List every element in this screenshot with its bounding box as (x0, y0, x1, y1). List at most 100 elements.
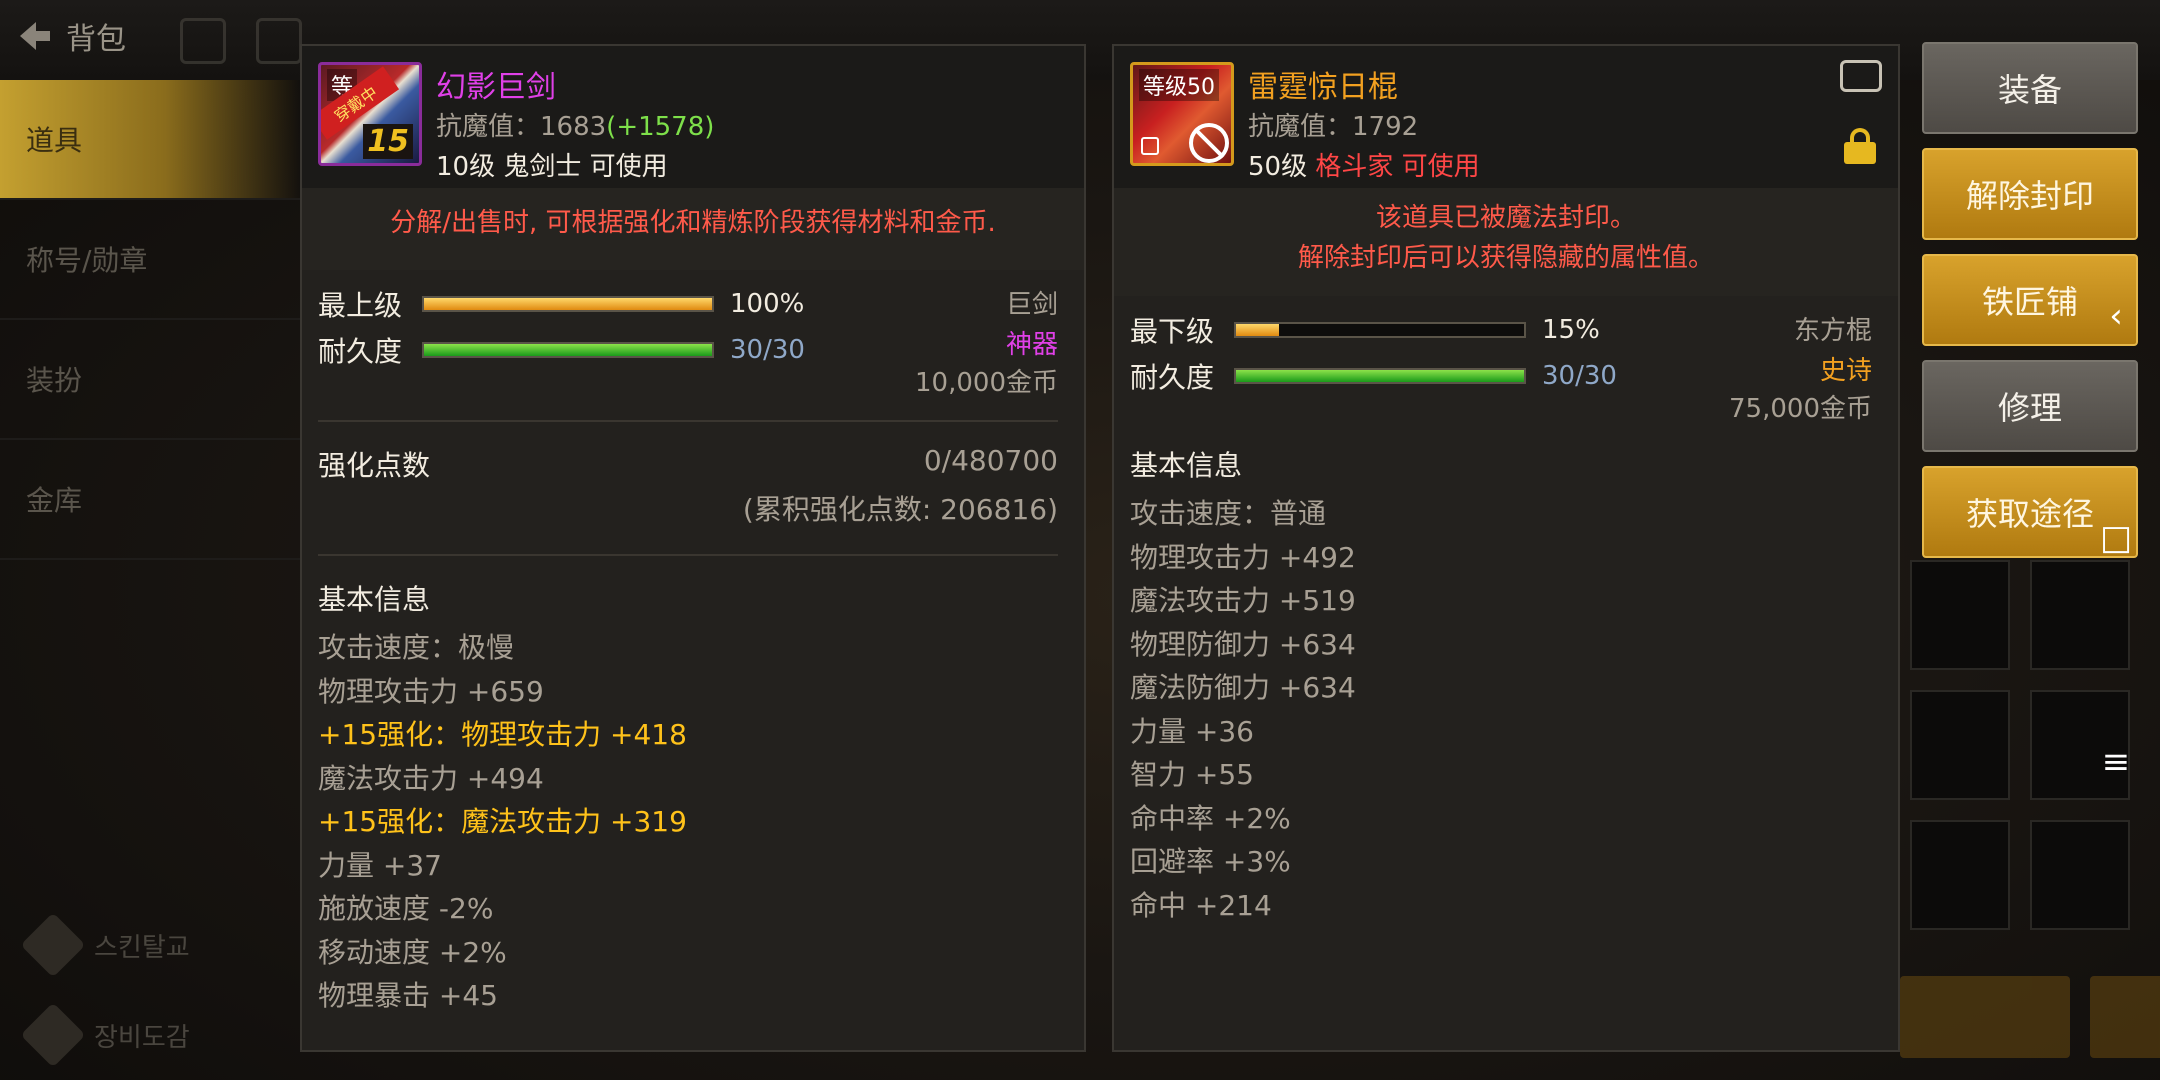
item-price: 75,000金币 (1729, 394, 1872, 424)
stat-line: 回避率 +3% (1130, 845, 1291, 878)
back-nav[interactable]: 背包 (12, 14, 126, 58)
magic-resist-bonus: (+1578) (606, 112, 715, 142)
stat-line: 智力 +55 (1130, 758, 1254, 791)
durability-bar (422, 342, 715, 358)
durability-bar-fill (424, 344, 713, 356)
item-meta: 巨剑 神器 10,000金币 (915, 284, 1058, 399)
top-nav-icons (180, 18, 302, 64)
grade-block: 最上级 100% 耐久度 30/30 巨剑 神器 10,000金币 (302, 270, 1084, 420)
page-title: 背包 (66, 22, 126, 57)
stat-line: 力量 +37 (318, 848, 442, 882)
menu-item-items[interactable]: 道具 (0, 80, 300, 200)
edge-menu-icon[interactable]: ≡ (2096, 742, 2136, 782)
stat-line-enhanced: +15强化：物理攻击力 +418 (318, 718, 687, 751)
item-name: 雷霆惊日棍 (1248, 70, 1398, 105)
category-menu: 道具 称号/勋章 装扮 金库 스킨탈교 장비도감 (0, 80, 300, 1080)
stat-line: 物理暴击 +45 (318, 979, 498, 1012)
diamond-icon[interactable] (180, 18, 226, 64)
basic-info: 基本信息 攻击速度：普通 物理攻击力 +492 魔法攻击力 +519 物理防御力… (1114, 444, 1898, 927)
back-arrow-icon[interactable] (12, 14, 56, 58)
stat-line: 移动速度 +2% (318, 935, 507, 969)
compare-item-panel[interactable]: 等级50 雷霆惊日棍 抗魔值：1792 50级 格斗家 可使用 该道具已被魔法封… (1112, 44, 1900, 1052)
menu-bottom: 스킨탈교 장비도감 (0, 900, 300, 1080)
lock-icon[interactable] (1844, 128, 1876, 164)
stat-line: 力量 +36 (1130, 714, 1254, 748)
basic-info: 基本信息 攻击速度：极慢 物理攻击力 +659 +15强化：物理攻击力 +418… (302, 556, 1084, 1018)
guide-icon (20, 1002, 86, 1068)
sealed-notice: 该道具已被魔法封印。 解除封印后可以获得隐藏的属性值。 (1114, 188, 1898, 296)
equipped-item-panel[interactable]: 等 穿戴中 15 幻影巨剑 抗魔值：1683(+1578) 10级 鬼剑士 可使… (300, 44, 1086, 1052)
item-rarity: 史诗 (1819, 356, 1872, 386)
menu-item-titles[interactable]: 称号/勋章 (0, 200, 300, 320)
inventory-slot[interactable] (1910, 690, 2010, 800)
stat-line: 施放速度 -2% (318, 892, 494, 925)
grade-row: 最下级 15% (1130, 310, 1600, 350)
stat-line: 物理攻击力 +659 (318, 674, 544, 708)
magic-resist: 抗魔值：1683(+1578) (436, 112, 715, 142)
inventory-slot[interactable] (1910, 560, 2010, 670)
sell-button[interactable] (1900, 976, 2070, 1058)
grade-percent: 15% (1542, 315, 1600, 345)
item-name: 幻影巨剑 (436, 70, 556, 105)
menu-item-vault[interactable]: 金库 (0, 440, 300, 560)
grade-label: 最下级 (1130, 315, 1215, 348)
edge-back-icon[interactable]: ‹ (2096, 296, 2136, 336)
item-requirement: 10级 鬼剑士 可使用 (436, 152, 668, 182)
stat-line: 攻击速度：极慢 (318, 631, 515, 664)
disassemble-notice: 分解/出售时, 可根据强化和精炼阶段获得材料和金币. (302, 188, 1084, 270)
grade-bar-fill (1236, 324, 1280, 336)
enhance-points-label: 强化点数 (318, 449, 431, 482)
item-meta: 东方棍 史诗 75,000金币 (1729, 310, 1872, 425)
no-sign-icon (1189, 123, 1229, 163)
grade-bar (422, 296, 715, 312)
item-type: 东方棍 (1793, 316, 1872, 346)
skin-exchange-button[interactable]: 스킨탈교 (0, 900, 300, 990)
magic-resist: 抗魔值：1792 (1248, 112, 1419, 142)
item-header: 等 穿戴中 15 幻影巨剑 抗魔值：1683(+1578) 10级 鬼剑士 可使… (302, 46, 1084, 188)
basic-info-title: 基本信息 (1130, 449, 1243, 482)
item-price: 10,000金币 (915, 368, 1058, 398)
stat-line: 命中率 +2% (1130, 801, 1291, 835)
durability-value: 30/30 (730, 335, 805, 365)
icon-level-label: 等级50 (1139, 69, 1219, 101)
grade-row: 最上级 100% (318, 284, 804, 324)
enhance-points-value: 0/480700 (923, 444, 1058, 477)
stat-line: 魔法攻击力 +494 (318, 761, 544, 795)
basic-info-title: 基本信息 (318, 583, 431, 616)
item-type: 巨剑 (1005, 290, 1058, 320)
skin-icon (20, 912, 86, 978)
stat-line: 攻击速度：普通 (1130, 497, 1327, 530)
storage-icon[interactable] (256, 18, 302, 64)
enhance-points-accumulated: (累积强化点数: 206816) (742, 493, 1058, 526)
grade-block: 最下级 15% 耐久度 30/30 东方棍 史诗 75,000金币 (1114, 296, 1898, 444)
stat-line: 物理攻击力 +492 (1130, 540, 1356, 574)
small-lock-icon (1141, 137, 1159, 155)
item-requirement: 50级 格斗家 可使用 (1248, 152, 1480, 182)
stat-line: 魔法防御力 +634 (1130, 671, 1356, 704)
stat-line-enhanced: +15强化：魔法攻击力 +319 (318, 805, 687, 838)
durability-value: 30/30 (1542, 361, 1617, 391)
enhance-points-block: 强化点数 0/480700 (累积强化点数: 206816) (302, 422, 1084, 554)
item-header: 等级50 雷霆惊日棍 抗魔值：1792 50级 格斗家 可使用 (1114, 46, 1898, 188)
grade-percent: 100% (730, 289, 805, 319)
equipment-guide-button[interactable]: 장비도감 (0, 990, 300, 1080)
durability-row: 耐久度 30/30 (1130, 356, 1617, 396)
stat-line: 命中 +214 (1130, 888, 1272, 922)
item-rarity: 神器 (1005, 330, 1058, 360)
enhance-level-badge: 15 (363, 124, 413, 159)
durability-label: 耐久度 (318, 335, 403, 368)
grade-bar (1234, 322, 1527, 338)
inventory-slot[interactable] (1910, 820, 2010, 930)
durability-row: 耐久度 30/30 (318, 330, 805, 370)
share-icon[interactable] (1840, 60, 1882, 92)
durability-label: 耐久度 (1130, 361, 1215, 394)
durability-bar-fill (1236, 370, 1525, 382)
item-icon-thunder-staff: 等级50 (1130, 62, 1234, 166)
grade-label: 最上级 (318, 289, 403, 322)
menu-item-avatar[interactable]: 装扮 (0, 320, 300, 440)
item-icon-phantom-sword: 等 穿戴中 15 (318, 62, 422, 166)
system-edge-controls: ‹ □ ≡ (2072, 0, 2160, 1080)
durability-bar (1234, 368, 1527, 384)
edge-square-icon[interactable]: □ (2096, 518, 2136, 558)
stat-line: 物理防御力 +634 (1130, 627, 1356, 661)
